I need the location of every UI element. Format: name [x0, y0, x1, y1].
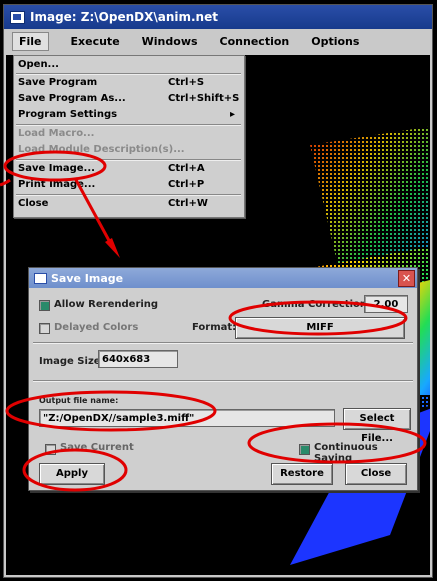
gamma-correction-label: Gamma Correction:	[262, 299, 372, 310]
close-button[interactable]: Close	[345, 463, 407, 485]
output-file-name-input[interactable]: "Z:/OpenDX//sample3.miff"	[39, 409, 335, 427]
image-size-input[interactable]: 640x683	[98, 350, 178, 368]
output-file-name-label: Output file name:	[39, 396, 119, 405]
menu-separator	[16, 194, 241, 196]
delayed-colors-label: Delayed Colors	[54, 322, 139, 333]
menu-windows[interactable]: Windows	[142, 35, 198, 48]
menu-item-load-module-descriptions: Load Module Description(s)...	[18, 144, 185, 155]
close-icon[interactable]: ✕	[398, 270, 415, 287]
menu-options[interactable]: Options	[311, 35, 359, 48]
save-current-label: Save Current	[60, 442, 134, 453]
menu-separator	[16, 159, 241, 161]
menu-item-save-program-as[interactable]: Save Program As... Ctrl+Shift+S	[18, 92, 243, 106]
save-current-checkbox[interactable]	[45, 444, 56, 455]
menu-item-program-settings[interactable]: Program Settings ▸	[18, 108, 243, 122]
window-app-icon	[10, 10, 25, 24]
dialog-app-icon	[34, 272, 47, 284]
continuous-saving-label: Continuous Saving	[314, 442, 378, 464]
dialog-title: Save Image	[51, 271, 124, 285]
allow-rerendering-label: Allow Rerendering	[54, 299, 159, 310]
delayed-colors-checkbox[interactable]	[39, 323, 50, 334]
menu-item-print-image[interactable]: Print Image... Ctrl+P	[18, 178, 243, 192]
file-menu-dropdown: Open... Save Program Ctrl+S Save Program …	[13, 55, 245, 218]
select-file-button[interactable]: Select File...	[343, 408, 411, 444]
menubar: File Execute Windows Connection Options	[4, 29, 432, 53]
restore-button[interactable]: Restore	[271, 463, 333, 485]
allow-rerendering-checkbox[interactable]	[39, 300, 50, 311]
format-label: Format:	[192, 322, 237, 333]
menu-item-close[interactable]: Close Ctrl+W	[18, 197, 243, 211]
menu-connection[interactable]: Connection	[220, 35, 290, 48]
image-window: Image: Z:\OpenDX\anim.net File Execute W…	[3, 4, 433, 578]
window-title: Image: Z:\OpenDX\anim.net	[30, 10, 218, 24]
dialog-divider	[33, 342, 413, 344]
continuous-saving-checkbox[interactable]	[299, 444, 310, 455]
menu-item-save-image[interactable]: Save Image... Ctrl+A	[18, 162, 243, 176]
submenu-arrow-icon: ▸	[230, 109, 236, 120]
menu-item-open[interactable]: Open...	[18, 58, 243, 72]
menu-item-load-macro: Load Macro...	[18, 128, 95, 139]
menu-file[interactable]: File	[12, 31, 49, 51]
window-titlebar: Image: Z:\OpenDX\anim.net	[4, 5, 432, 29]
dialog-titlebar: Save Image	[29, 268, 417, 288]
apply-button[interactable]: Apply	[39, 463, 105, 485]
gamma-correction-input[interactable]: 2.00	[364, 295, 408, 313]
image-size-label: Image Size:	[39, 356, 105, 367]
save-image-dialog: Save Image ✕ Allow Rerendering Gamma Cor…	[28, 267, 418, 491]
dialog-divider	[33, 380, 413, 382]
menu-execute[interactable]: Execute	[71, 35, 120, 48]
format-select[interactable]: MIFF	[235, 317, 405, 339]
menu-item-save-program[interactable]: Save Program Ctrl+S	[18, 76, 243, 90]
menu-separator	[16, 73, 241, 75]
menu-separator	[16, 124, 241, 126]
